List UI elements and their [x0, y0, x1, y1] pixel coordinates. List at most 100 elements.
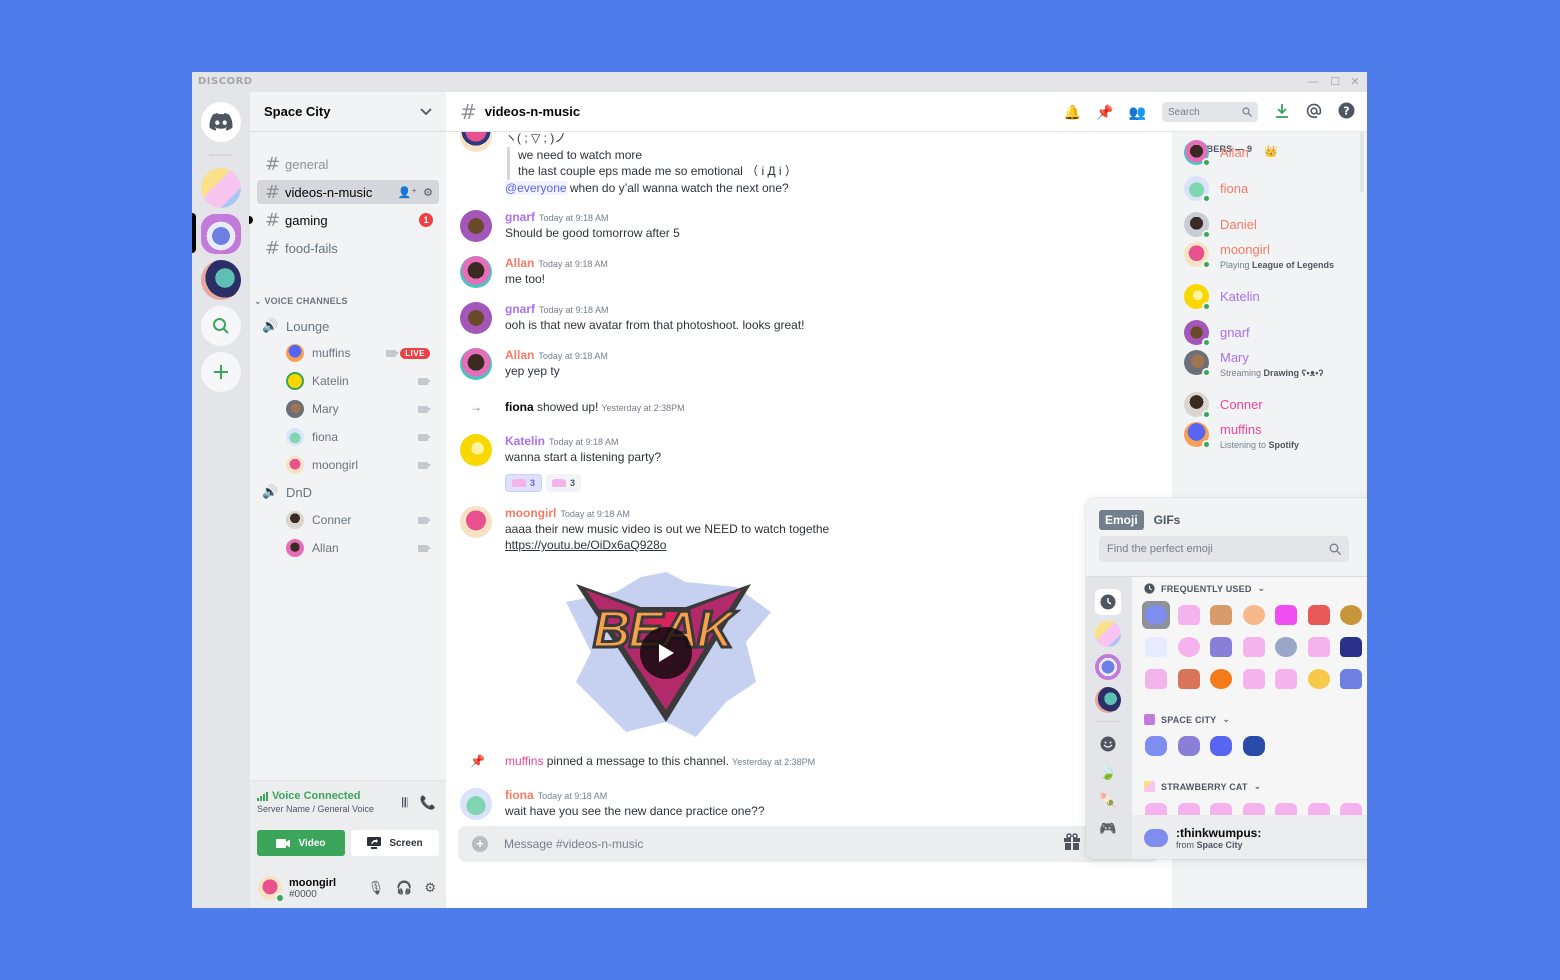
author-name[interactable]: gnarf	[505, 302, 535, 316]
reaction-button[interactable]: 3	[505, 474, 543, 492]
play-button[interactable]	[640, 627, 692, 679]
notification-bell-icon[interactable]: 🔔	[1064, 104, 1081, 121]
section-strawberry-cat[interactable]: STRAWBERRY CAT ⌄	[1144, 781, 1261, 792]
maximize-button[interactable]: ☐	[1325, 74, 1345, 90]
nav-frequently-used[interactable]	[1095, 589, 1121, 615]
emoji-button[interactable]	[1240, 799, 1268, 815]
emoji-button[interactable]	[1272, 633, 1300, 661]
member-mary[interactable]: Mary Streaming Drawing ʕ•ᴥ•ʔ	[1184, 346, 1359, 378]
close-button[interactable]: ✕	[1345, 74, 1365, 90]
voice-user-muffins[interactable]: muffins LIVE	[286, 342, 436, 364]
help-icon[interactable]: ?	[1338, 102, 1355, 122]
emoji-button[interactable]	[1175, 665, 1203, 693]
user-avatar[interactable]	[258, 876, 285, 903]
member-list-icon[interactable]: 👥	[1129, 104, 1146, 121]
attach-plus-icon[interactable]: +	[472, 836, 488, 852]
skin-tone-selector[interactable]: 👏 ⌄	[1365, 539, 1367, 560]
voice-status[interactable]: Voice Connected	[257, 790, 360, 802]
emoji-button[interactable]	[1337, 601, 1365, 629]
server-space-city[interactable]	[201, 214, 241, 254]
emoji-button[interactable]	[1207, 799, 1235, 815]
avatar[interactable]	[460, 434, 492, 466]
emoji-button[interactable]	[1142, 633, 1170, 661]
section-space-city[interactable]: SPACE CITY ⌄	[1144, 714, 1230, 725]
home-button[interactable]	[201, 102, 241, 142]
member-daniel[interactable]: Daniel	[1184, 208, 1359, 240]
voice-user-conner[interactable]: Conner	[286, 509, 436, 531]
nav-space-city[interactable]	[1095, 654, 1121, 680]
screen-share-button[interactable]: Screen	[351, 830, 439, 856]
emoji-button[interactable]	[1240, 732, 1268, 760]
channel-gaming[interactable]: # gaming 1	[249, 208, 439, 232]
channel-food-fails[interactable]: # food-fails	[257, 236, 439, 260]
author-name[interactable]: gnarf	[505, 210, 535, 224]
channel-general[interactable]: # general	[257, 152, 439, 176]
headphones-icon[interactable]: 🎧	[396, 880, 412, 896]
voice-user-fiona[interactable]: fiona	[286, 426, 436, 448]
member-katelin[interactable]: Katelin	[1184, 280, 1359, 312]
minimize-button[interactable]: —	[1303, 74, 1323, 90]
emoji-button[interactable]	[1337, 799, 1365, 815]
emoji-button[interactable]	[1175, 799, 1203, 815]
avatar[interactable]	[460, 302, 492, 334]
video-button[interactable]: Video	[257, 830, 345, 856]
joined-user[interactable]: fiona	[505, 400, 534, 414]
voice-channel-dnd[interactable]: 🔊 DnD	[262, 484, 312, 500]
server-monster[interactable]	[201, 260, 241, 300]
everyone-mention[interactable]: @everyone	[505, 180, 567, 195]
mentions-icon[interactable]	[1306, 103, 1322, 122]
member-fiona[interactable]: fiona	[1184, 172, 1359, 204]
member-allan[interactable]: Allan 👑	[1184, 136, 1359, 168]
tab-emoji[interactable]: Emoji	[1099, 510, 1144, 530]
emoji-button[interactable]	[1175, 601, 1203, 629]
emoji-button[interactable]	[1272, 665, 1300, 693]
section-frequently-used[interactable]: FREQUENTLY USED ⌄	[1144, 583, 1265, 594]
member-conner[interactable]: Conner	[1184, 388, 1359, 420]
voice-user-allan[interactable]: Allan	[286, 537, 436, 559]
member-gnarf[interactable]: gnarf	[1184, 316, 1359, 348]
voice-user-katelin[interactable]: Katelin	[286, 370, 436, 392]
nav-nature[interactable]: 🍃	[1095, 759, 1121, 785]
emoji-button[interactable]	[1337, 665, 1365, 693]
gear-icon[interactable]: ⚙	[423, 186, 433, 199]
nav-activities[interactable]: 🎮	[1095, 815, 1121, 841]
emoji-button[interactable]	[1240, 633, 1268, 661]
download-icon[interactable]	[1274, 103, 1290, 122]
add-server-button[interactable]	[201, 352, 241, 392]
emoji-button[interactable]	[1207, 732, 1235, 760]
avatar[interactable]	[460, 348, 492, 380]
message-link[interactable]: https://youtu.be/OiDx6aQ928o	[505, 538, 666, 552]
emoji-button[interactable]	[1175, 633, 1203, 661]
invite-icon[interactable]: 👤⁺	[398, 186, 418, 199]
pinning-user[interactable]: muffins	[505, 754, 543, 768]
emoji-button[interactable]	[1207, 601, 1235, 629]
emoji-button[interactable]	[1240, 601, 1268, 629]
voice-user-mary[interactable]: Mary	[286, 398, 436, 420]
nav-strawberry-cat[interactable]	[1095, 621, 1121, 647]
gear-icon[interactable]: ⚙	[424, 880, 436, 896]
emoji-button[interactable]	[1207, 633, 1235, 661]
author-name[interactable]: Allan	[505, 348, 534, 362]
emoji-button[interactable]	[1305, 601, 1333, 629]
avatar[interactable]	[460, 256, 492, 288]
search-input[interactable]: Search	[1162, 102, 1258, 122]
emoji-button[interactable]	[1142, 601, 1170, 629]
emoji-button[interactable]	[1207, 665, 1235, 693]
explore-servers-button[interactable]	[201, 306, 241, 346]
disconnect-call-icon[interactable]: 📞	[420, 795, 436, 811]
voice-location[interactable]: Server Name / General Voice	[257, 804, 374, 814]
author-name[interactable]: fiona	[505, 788, 534, 802]
voice-channels-category[interactable]: ⌄ VOICE CHANNELS	[254, 296, 348, 307]
author-name[interactable]: moongirl	[505, 506, 556, 520]
server-header[interactable]: Space City	[250, 92, 446, 132]
emoji-button[interactable]	[1272, 601, 1300, 629]
emoji-button[interactable]	[1305, 665, 1333, 693]
member-moongirl[interactable]: moongirl Playing League of Legends	[1184, 238, 1359, 270]
avatar[interactable]	[460, 132, 492, 152]
emoji-button[interactable]	[1337, 633, 1365, 661]
message-input[interactable]: + Message #videos-n-music GIF	[458, 826, 1158, 862]
reaction-button[interactable]: 3	[546, 474, 582, 492]
tab-gifs[interactable]: GIFs	[1148, 510, 1187, 530]
emoji-button[interactable]	[1305, 799, 1333, 815]
avatar[interactable]	[460, 788, 492, 820]
